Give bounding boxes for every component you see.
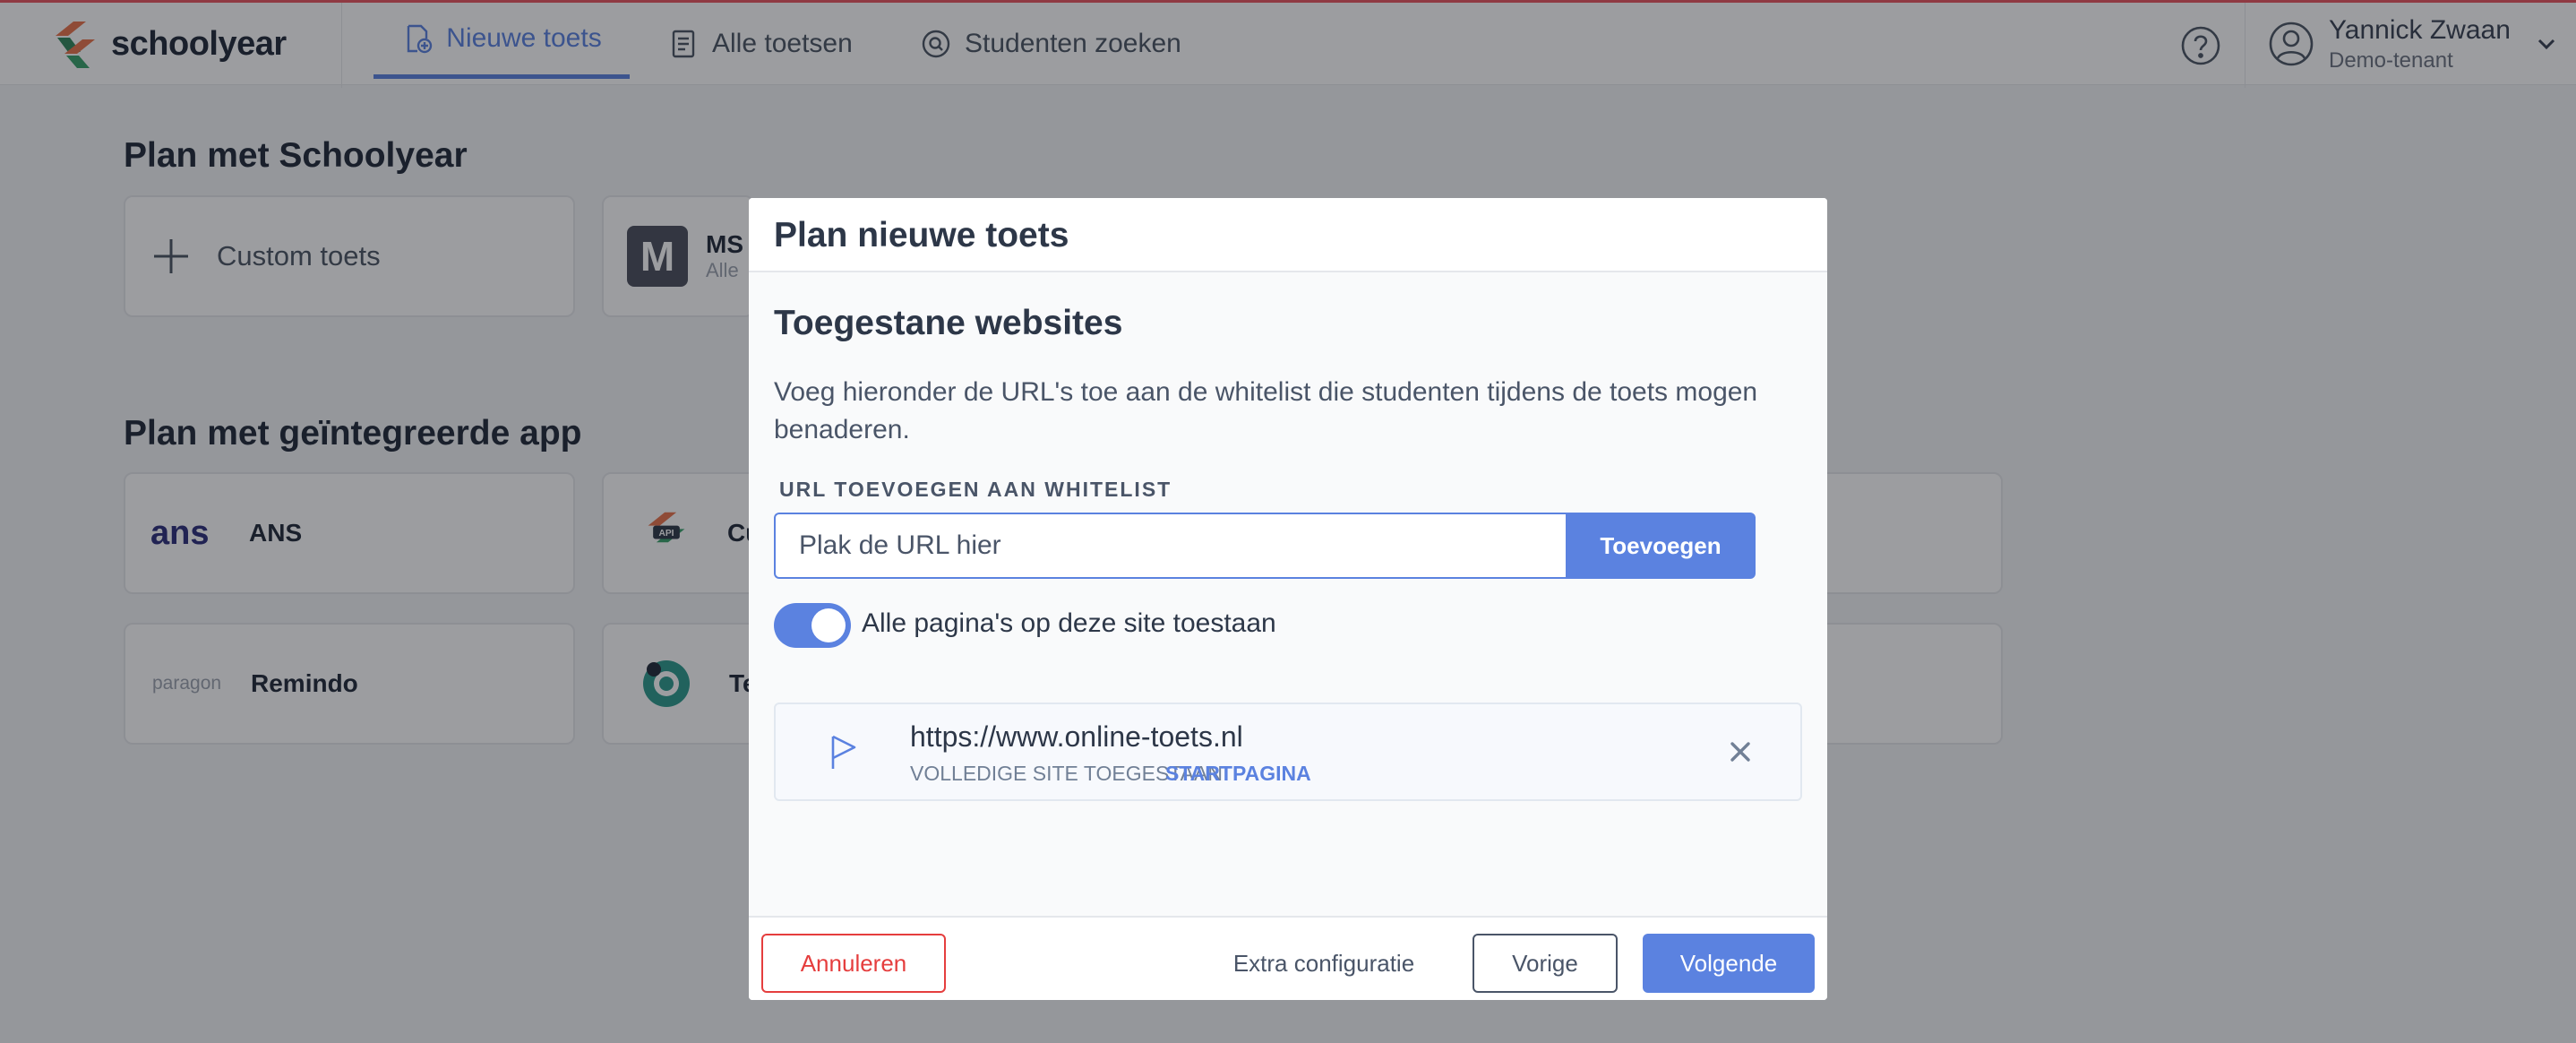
close-icon[interactable]: [1727, 738, 1754, 765]
extra-config-button[interactable]: Extra configuratie: [1224, 934, 1424, 993]
startpage-badge: STARTPAGINA: [1165, 762, 1311, 785]
allow-all-pages-label: Alle pagina's op deze site toestaan: [862, 608, 1276, 638]
toggle-knob: [811, 608, 846, 642]
url-input[interactable]: [774, 513, 1567, 579]
allowed-websites-description: Voeg hieronder de URL's toe aan de white…: [774, 377, 1758, 444]
modal-footer: Annuleren Extra configuratie Vorige Volg…: [749, 916, 1827, 1000]
plan-test-modal: Plan nieuwe toets Toegestane websites Vo…: [749, 198, 1827, 1000]
add-url-button[interactable]: Toevoegen: [1566, 513, 1756, 579]
allowed-websites-title: Toegestane websites: [774, 304, 1123, 342]
next-button[interactable]: Volgende: [1643, 934, 1815, 993]
previous-button[interactable]: Vorige: [1473, 934, 1618, 993]
flag-icon[interactable]: [826, 733, 862, 772]
modal-title: Plan nieuwe toets: [774, 216, 1069, 254]
url-field-label: URL TOEVOEGEN AAN WHITELIST: [779, 478, 1172, 501]
whitelist-item: https://www.online-toets.nl VOLLEDIGE SI…: [774, 703, 1802, 801]
whitelist-url: https://www.online-toets.nl: [910, 720, 1243, 753]
modal-header: Plan nieuwe toets: [749, 198, 1827, 272]
allow-all-pages-toggle[interactable]: [774, 603, 851, 648]
cancel-button[interactable]: Annuleren: [761, 934, 946, 993]
